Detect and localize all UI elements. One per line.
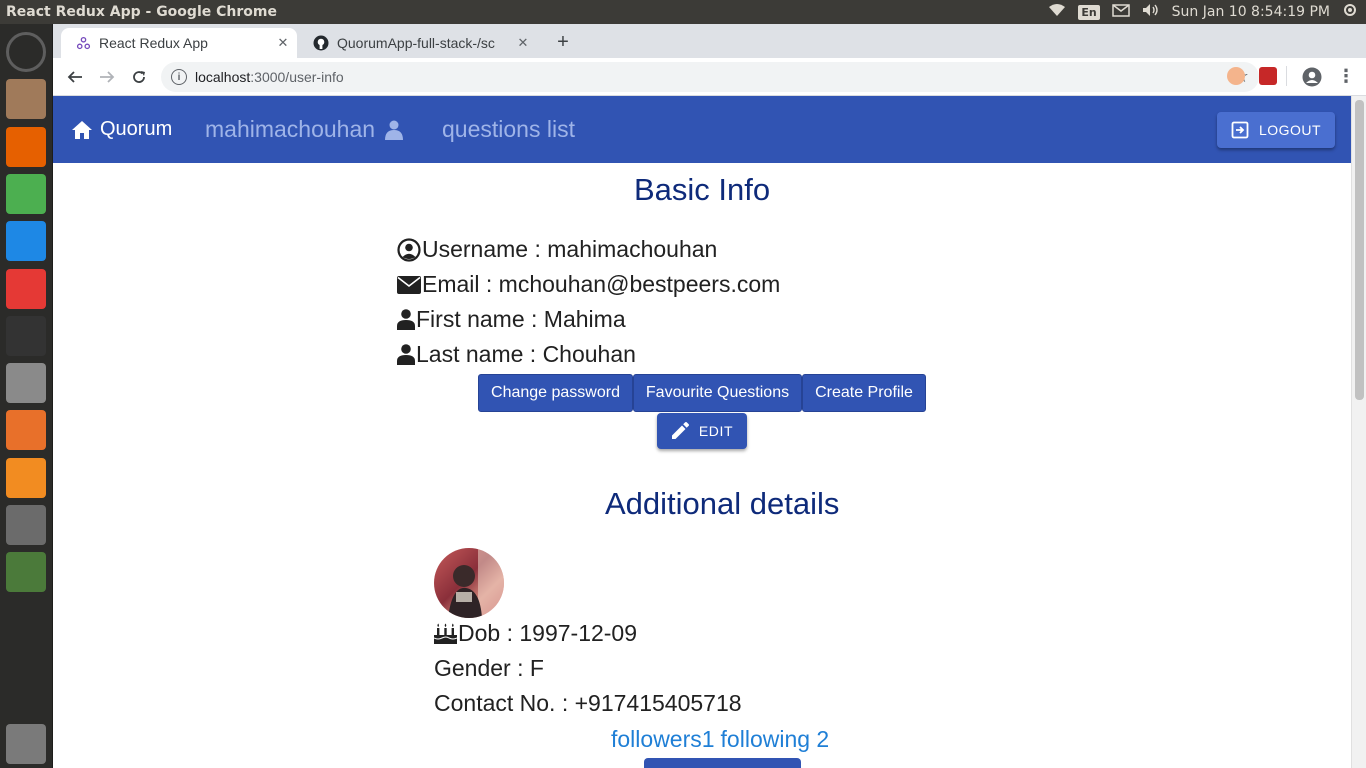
forward-arrow-icon[interactable] [95,65,119,89]
vscode-icon[interactable] [6,221,46,262]
first-name-row: First name : Mahima [397,306,626,333]
first-name-text: First name : Mahima [416,306,626,332]
browser-toolbar: i localhost:3000/user-info ☆ ⋮ [53,58,1366,96]
files-icon[interactable] [6,79,46,120]
tab-react-redux-app[interactable]: React Redux App ✕ [61,28,297,58]
last-name-row: Last name : Chouhan [397,341,636,368]
favourite-questions-button[interactable]: Favourite Questions [633,374,802,412]
page-scrollbar[interactable] [1351,96,1366,768]
profile-icon[interactable] [1302,67,1322,92]
tab-title: QuorumApp-full-stack-/sc [337,35,495,51]
extension-icon[interactable] [1227,67,1245,85]
username-text: Username : mahimachouhan [422,236,718,262]
close-tab-icon[interactable]: ✕ [275,35,291,51]
firefox-icon[interactable] [6,126,46,167]
user-circle-icon [397,237,421,262]
anydesk-icon[interactable] [6,268,46,309]
page-viewport: Quorum mahimachouhan questions list LOGO… [53,96,1351,768]
dob-row: Dob : 1997-12-09 [434,620,637,647]
user-icon [385,120,404,140]
contact-text: Contact No. : +917415405718 [434,690,742,716]
chrome-menu-icon[interactable]: ⋮ [1337,66,1355,87]
birthday-cake-icon [434,623,457,644]
nav-questions-list-link[interactable]: questions list [442,116,575,143]
system-settings-icon[interactable] [6,505,46,545]
site-info-icon[interactable]: i [171,69,187,85]
change-password-button[interactable]: Change password [478,374,633,412]
nav-user-link[interactable]: mahimachouhan [205,116,404,143]
terminal-icon[interactable] [6,315,46,356]
following-link[interactable]: following 2 [721,726,830,752]
logout-label: LOGOUT [1258,122,1322,138]
edit-button[interactable]: EDIT [657,413,747,449]
clock[interactable]: Sun Jan 10 8:54:19 PM [1172,4,1330,20]
power-gear-icon[interactable] [1342,2,1358,22]
contact-row: Contact No. : +917415405718 [434,690,742,717]
wifi-icon[interactable] [1048,3,1066,21]
user-icon [397,344,415,365]
volume-icon[interactable] [1142,3,1160,21]
gender-text: Gender : F [434,655,544,681]
redux-icon [75,35,91,51]
reload-icon[interactable] [127,65,151,89]
envelope-icon [397,275,421,294]
browser-tab-bar: React Redux App ✕ QuorumApp-full-stack-/… [53,24,1366,58]
system-tray: En Sun Jan 10 8:54:19 PM [1048,0,1358,24]
follow-stats: followers1 following 2 [611,726,835,753]
username-row: Username : mahimachouhan [397,236,717,263]
url-path: :3000/user-info [250,69,344,85]
last-name-text: Last name : Chouhan [416,341,636,367]
keyboard-layout-indicator[interactable]: En [1078,4,1100,20]
edit-label: EDIT [698,423,734,439]
window-title: React Redux App - Google Chrome [6,4,277,20]
dash-home-icon[interactable] [6,32,46,72]
new-tab-button[interactable]: + [551,30,575,54]
nav-username: mahimachouhan [205,116,376,142]
pencil-icon [671,422,689,439]
brand-home-link[interactable]: Quorum [71,118,172,141]
system-top-panel: React Redux App - Google Chrome En Sun J… [0,0,1366,24]
sublime-text-icon[interactable] [6,457,46,498]
chrome-icon[interactable] [6,173,46,214]
mail-icon[interactable] [1111,3,1130,21]
app-navbar: Quorum mahimachouhan questions list LOGO… [53,96,1351,163]
software-center-icon[interactable] [6,410,46,451]
extension-icon[interactable] [1259,67,1277,85]
tab-github-quorumapp[interactable]: QuorumApp-full-stack-/sc ✕ [299,28,537,58]
dob-text: Dob : 1997-12-09 [458,620,638,646]
ubuntu-launcher [0,24,53,768]
software-updater-icon[interactable] [6,552,46,593]
logout-icon [1231,121,1249,139]
tab-title: React Redux App [99,35,208,51]
address-bar[interactable]: i localhost:3000/user-info ☆ [161,62,1259,92]
followers-link[interactable]: followers1 [611,726,715,752]
home-icon [72,120,92,139]
scrollbar-thumb[interactable] [1355,100,1364,400]
additional-details-title: Additional details [605,486,840,521]
gender-row: Gender : F [434,655,544,682]
close-tab-icon[interactable]: ✕ [515,35,531,51]
github-icon [313,35,329,51]
back-arrow-icon[interactable] [63,65,87,89]
trash-icon[interactable] [6,724,46,764]
basic-info-title: Basic Info [634,172,771,207]
url-host: localhost [195,69,251,85]
create-profile-button[interactable]: Create Profile [802,374,926,412]
text-editor-icon[interactable] [6,363,46,404]
logout-button[interactable]: LOGOUT [1217,112,1335,148]
email-row: Email : mchouhan@bestpeers.com [397,271,780,298]
partially-visible-button[interactable] [644,758,801,768]
avatar [434,548,504,618]
email-text: Email : mchouhan@bestpeers.com [422,271,781,297]
toolbar-divider [1286,66,1287,86]
user-icon [397,309,415,330]
brand-label: Quorum [100,118,173,140]
